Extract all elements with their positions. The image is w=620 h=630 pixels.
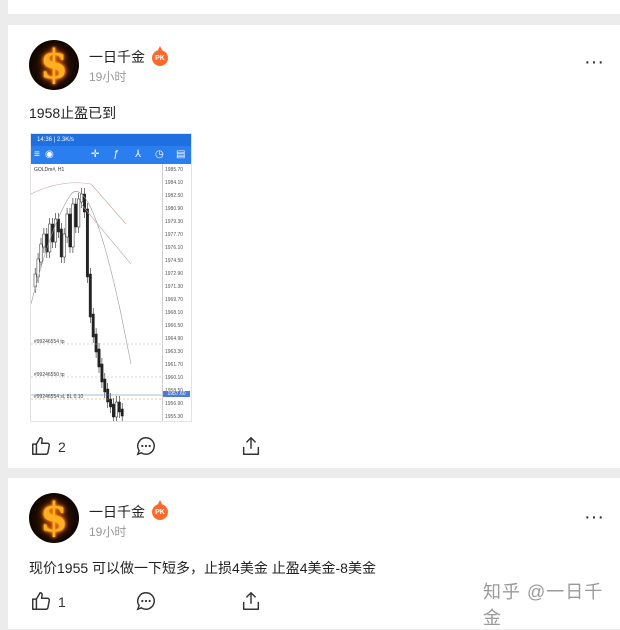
price-tick-label: 1979.30 [165,219,184,225]
author-name[interactable]: 一日千金 [89,502,145,522]
post-time: 19小时 [89,70,127,84]
price-tick-label: 1955.30 [165,414,184,420]
previous-post-card [8,0,620,14]
post-card: $ 一日千金 PK 19小时 ··· 1958止盈已到 14:36 | 2.3K… [8,25,620,468]
clock-icon: ◷ [155,149,164,160]
candle-body [117,401,121,413]
candle-body [114,401,118,418]
candle-body [59,228,63,258]
like-icon [32,437,50,455]
pk-badge-icon: PK [152,500,168,520]
price-tick-label: 1974.50 [165,258,184,264]
objects-icon: ⅄ [135,149,142,160]
price-tick-label: 1977.70 [165,232,184,238]
candle-body [112,403,115,418]
candle-body [109,398,113,408]
price-tick-label: 1966.50 [165,323,184,329]
like-icon [32,592,50,610]
watermark: 知乎 @一日千金 [483,582,604,628]
candle-body [42,233,46,248]
price-tick-label: 1985.70 [165,167,184,173]
price-tick-label: 1963.30 [165,349,184,355]
price-tick-label: 1982.50 [165,193,184,199]
candlestick-chart [31,182,162,421]
chart-screenshot[interactable]: 14:36 | 2.3K/s ≡ ◉ ✛ ƒ ⅄ ◷ ▤ GOLDm#, H1 … [30,133,192,422]
crosshair-icon: ✛ [91,149,100,160]
more-icon[interactable]: ··· [584,507,604,527]
phone-status-bar: 14:36 | 2.3K/s [31,134,191,146]
pk-badge-icon: PK [152,46,168,66]
price-tick-label: 1971.30 [165,284,184,290]
price-tick-label: 1969.70 [165,297,184,303]
dollar-icon: $ [40,494,68,541]
price-tick-label: 1960.10 [165,375,184,381]
like-count: 1 [58,594,66,610]
document-icon: ▤ [176,149,186,160]
comment-icon [136,592,155,611]
candle-body [103,378,107,393]
candle-body [65,213,69,238]
comment-icon [136,437,155,456]
price-axis [162,164,191,421]
candle-body [62,233,66,258]
order-label: #99246550 tp [34,372,65,378]
price-tick-label: 1980.90 [165,206,184,212]
post-text: 现价1955 可以做一下短多，止损4美金 止盈4美金-8美金 [29,560,376,576]
price-tick-label: 1956.90 [165,401,184,407]
avatar[interactable]: $ [29,493,79,543]
candle-body [39,243,43,263]
share-icon [242,592,260,610]
avatar[interactable]: $ [29,40,79,90]
candle-body [97,348,101,368]
candle-body [71,203,75,248]
price-tick-label: 1961.70 [165,362,184,368]
share-icon [242,437,260,455]
candle-body [56,218,60,233]
price-tick-label: 1972.90 [165,271,184,277]
more-icon[interactable]: ··· [584,52,604,72]
like-count: 2 [58,439,66,455]
candle-body [88,273,92,318]
order-label: #99246554 sl, 8L 0.10 [34,394,84,400]
candle-body [91,313,95,338]
candle-body [94,333,98,353]
candle-body [68,213,72,248]
dollar-icon: $ [40,41,68,88]
price-tick-label: 1964.90 [165,336,184,342]
price-tick-label: 1976.10 [165,245,184,251]
current-price-tag: 1957.60 [163,391,190,397]
post-text: 1958止盈已到 [29,105,117,121]
app-icon: ◉ [45,149,54,160]
price-tick-label: 1968.10 [165,310,184,316]
indicator-icon: ƒ [113,149,119,160]
candle-body [100,363,104,383]
author-name[interactable]: 一日千金 [89,47,145,67]
menu-icon: ≡ [34,149,40,160]
candle-body [120,408,124,417]
price-tick-label: 1984.10 [165,180,184,186]
candle-body [106,388,110,403]
candle-body [77,198,81,228]
candle-body [74,203,78,228]
status-time: 14:36 | 2.3K/s [37,137,74,143]
chart-toolbar: ≡ ◉ ✛ ƒ ⅄ ◷ ▤ [31,146,191,164]
order-label: #99246554 tp [34,339,65,345]
candle-body [85,208,89,278]
post-time: 19小时 [89,525,127,539]
